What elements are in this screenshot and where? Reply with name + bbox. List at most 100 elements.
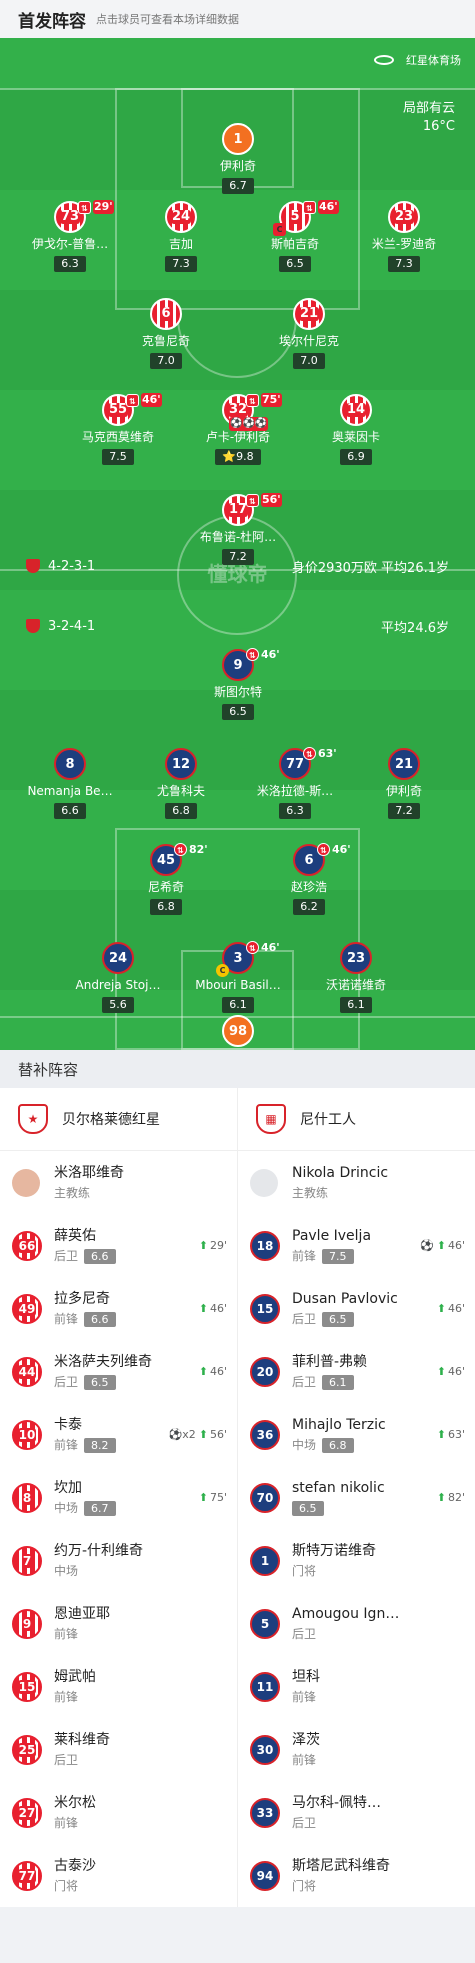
player-number-badge: 49	[12, 1293, 42, 1324]
home-player[interactable]: 55 ⇅ 46' 马克西莫维奇 7.5	[58, 393, 178, 465]
player-rating: 6.8	[165, 803, 197, 819]
substitution-icon: ⇅	[246, 648, 259, 661]
away-sub-row[interactable]: 30 泽茨 前锋	[238, 1718, 475, 1781]
player-number: 21	[298, 306, 320, 321]
player-name: 布鲁诺-杜阿…	[199, 530, 277, 544]
player-rating: 7.0	[150, 353, 182, 369]
away-team-header[interactable]: ▦ 尼什工人	[238, 1088, 475, 1151]
player-number-badge: 21	[388, 748, 420, 780]
sub-in-arrow-icon: ⬆	[436, 1239, 446, 1252]
away-sub-row[interactable]: 94 斯塔尼武科维奇 门将	[238, 1844, 475, 1907]
player-number: 8	[65, 756, 75, 772]
away-sub-row[interactable]: 5 Amougou Ign… 后卫	[238, 1592, 475, 1655]
away-sub-row[interactable]: 1 斯特万诺维奇 门将	[238, 1529, 475, 1592]
away-sub-row[interactable]: 11 坦科 前锋	[238, 1655, 475, 1718]
player-position: 后卫 6.6	[54, 1247, 199, 1265]
home-player[interactable]: 1 伊利奇 6.7	[178, 123, 298, 194]
away-player[interactable]: 3 ⇅ 46' C Mbouri Basil… 6.1	[178, 941, 298, 1013]
sub-in-indicator: ⬆ 46'	[437, 1365, 465, 1378]
away-player[interactable]: 8 Nemanja Be… 6.6	[10, 748, 130, 819]
away-sub-row[interactable]: 70 stefan nikolic 6.5 ⬆ 82'	[238, 1466, 475, 1529]
home-player[interactable]: 32 ⇅ 75' ⚽⚽⚽ 卢卡-伊利奇 ⭐9.8	[178, 393, 298, 465]
position-label: 前锋	[54, 1815, 79, 1830]
player-name: 坦科	[292, 1668, 320, 1685]
player-number-badge: 44	[12, 1356, 42, 1387]
home-sub-row[interactable]: 15 姆武帕 前锋	[0, 1655, 237, 1718]
home-player[interactable]: 21 埃尔什尼克 7.0	[249, 298, 369, 369]
player-info: 约万-什利维奇 中场	[54, 1542, 227, 1580]
player-rating: 6.8	[150, 899, 182, 915]
player-number: 49	[17, 1301, 37, 1316]
player-name: 米洛萨夫列维奇	[54, 1353, 152, 1370]
player-name: 约万-什利维奇	[54, 1542, 144, 1559]
home-sub-row[interactable]: 44 米洛萨夫列维奇 后卫 6.5 ⬆ 46'	[0, 1340, 237, 1403]
home-player[interactable]: 14 奥莱因卡 6.9	[296, 394, 416, 465]
home-player[interactable]: 6 克鲁尼奇 7.0	[106, 298, 226, 369]
away-player[interactable]: 6 ⇅ 46' 赵珍浩 6.2	[249, 843, 369, 915]
player-number: 18	[256, 1238, 274, 1253]
away-sub-row[interactable]: 18 Pavle Ivelja 前锋 7.5 ⚽ ⬆ 46'	[238, 1214, 475, 1277]
player-number: 7	[21, 1553, 33, 1568]
away-player[interactable]: 77 ⇅ 63' 米洛拉德-斯… 6.3	[235, 747, 355, 819]
player-number-badge: 25	[12, 1734, 42, 1765]
player-position: 6.5	[292, 1499, 437, 1517]
away-coach[interactable]: Nikola Drincic 主教练	[238, 1151, 475, 1214]
sub-in-indicator: ⬆ 82'	[437, 1491, 465, 1504]
away-sub-row[interactable]: 15 Dusan Pavlovic 后卫 6.5 ⬆ 46'	[238, 1277, 475, 1340]
away-sub-row[interactable]: 36 Mihajlo Terzic 中场 6.8 ⬆ 63'	[238, 1403, 475, 1466]
home-player[interactable]: 24 吉加 7.3	[121, 201, 241, 272]
away-player[interactable]: 21 伊利奇 7.2	[344, 748, 464, 819]
home-coach[interactable]: 米洛耶维奇 主教练	[0, 1151, 237, 1214]
home-team-header[interactable]: ★ 贝尔格莱德红星	[0, 1088, 237, 1151]
sub-minute: 46'	[261, 941, 280, 954]
substitution-icon: ⇅	[317, 843, 330, 856]
sub-minute: 46'	[209, 1365, 227, 1378]
player-name: Mihajlo Terzic	[292, 1416, 386, 1433]
player-rating: 6.3	[279, 803, 311, 819]
home-sub-row[interactable]: 49 拉多尼奇 前锋 6.6 ⬆ 46'	[0, 1277, 237, 1340]
home-sub-row[interactable]: 10 卡泰 前锋 8.2 ⚽x2 ⬆ 56'	[0, 1403, 237, 1466]
substitution-icon: ⇅	[303, 200, 316, 214]
away-player[interactable]: 45 ⇅ 82' 尼希奇 6.8	[106, 843, 226, 915]
player-rating: 7.2	[388, 803, 420, 819]
home-player[interactable]: 17 ⇅ 56' 布鲁诺-杜阿… 7.2	[178, 493, 298, 565]
sub-in-arrow-icon: ⬆	[436, 1428, 446, 1441]
player-number: 27	[17, 1805, 37, 1820]
player-number: 36	[256, 1427, 274, 1442]
position-label: 中场	[54, 1563, 79, 1578]
away-sub-row[interactable]: 20 菲利普-弗赖 后卫 6.1 ⬆ 46'	[238, 1340, 475, 1403]
player-number-badge: 12	[165, 748, 197, 780]
home-sub-row[interactable]: 8 坎加 中场 6.7 ⬆ 75'	[0, 1466, 237, 1529]
home-sub-row[interactable]: 77 古泰沙 门将	[0, 1844, 237, 1907]
player-number: 24	[108, 950, 128, 966]
player-number-badge: 9 ⇅ 46'	[222, 648, 280, 681]
sub-out-indicator: ⇅ 46'	[317, 843, 351, 856]
away-player[interactable]: 98马诺伊洛维奇5.7	[178, 1015, 298, 1050]
position-label: 前锋	[54, 1689, 79, 1704]
away-player[interactable]: 23 沃诺诺维奇 6.1	[296, 942, 416, 1013]
home-sub-row[interactable]: 7 约万-什利维奇 中场	[0, 1529, 237, 1592]
player-number-badge: 8	[54, 748, 86, 780]
away-sub-row[interactable]: 33 马尔科-佩特… 后卫	[238, 1781, 475, 1844]
player-rating: 6.5	[292, 1500, 324, 1516]
home-sub-row[interactable]: 25 莱科维奇 后卫	[0, 1718, 237, 1781]
away-player[interactable]: 12 尤鲁科夫 6.8	[121, 748, 241, 819]
sub-minute: 56'	[261, 493, 282, 507]
player-rating: 6.7	[84, 1500, 116, 1516]
player-name: 吉加	[168, 237, 193, 251]
player-number-badge: 23	[340, 942, 372, 974]
away-player[interactable]: 9 ⇅ 46' 斯图尔特 6.5	[178, 648, 298, 720]
player-number-badge: 8	[12, 1482, 42, 1513]
player-rating: 6.3	[54, 256, 86, 272]
home-player[interactable]: 5 ⇅ 46' C 斯帕吉奇 6.5	[235, 200, 355, 272]
sub-minute: 56'	[209, 1428, 227, 1441]
away-player[interactable]: 24 Andreja Stoj… 5.6	[58, 942, 178, 1013]
player-name: 沃诺诺维奇	[325, 978, 386, 992]
home-player[interactable]: 73 ⇅ 29' 伊戈尔-普鲁… 6.3	[10, 200, 130, 272]
player-position: 前锋	[54, 1814, 227, 1832]
home-formation: 4-2-3-1	[48, 558, 96, 574]
home-player[interactable]: 23 米兰-罗迪奇 7.3	[344, 201, 464, 272]
home-sub-row[interactable]: 27 米尔松 前锋	[0, 1781, 237, 1844]
home-sub-row[interactable]: 9 恩迪亚耶 前锋	[0, 1592, 237, 1655]
home-sub-row[interactable]: 66 薛英佑 后卫 6.6 ⬆ 29'	[0, 1214, 237, 1277]
